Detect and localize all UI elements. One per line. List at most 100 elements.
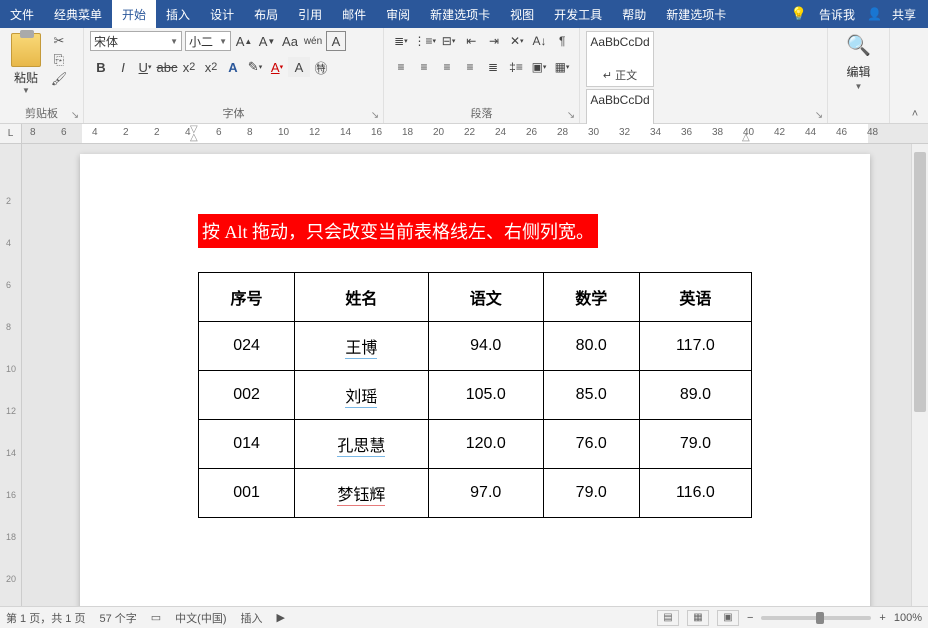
font-size-combo[interactable]: 小二▼: [185, 31, 231, 51]
share-button[interactable]: 共享: [888, 6, 920, 23]
copy-icon[interactable]: ⎘: [50, 52, 68, 68]
hanging-indent-icon[interactable]: △: [190, 132, 198, 143]
bold-icon[interactable]: B: [90, 57, 112, 77]
shrink-font-icon[interactable]: A▼: [257, 31, 277, 51]
paste-icon: [11, 33, 41, 67]
align-center-icon[interactable]: ≡: [413, 57, 435, 77]
find-icon[interactable]: 🔍: [845, 31, 873, 59]
grow-font-icon[interactable]: A▲: [234, 31, 254, 51]
group-label-clipboard: 剪贴板: [6, 103, 77, 123]
bullets-icon[interactable]: ≣▾: [390, 31, 412, 51]
vruler-tick: 18: [6, 532, 16, 542]
ruler-tick: 22: [464, 127, 475, 138]
cell-id: 014: [199, 420, 295, 469]
paste-label: 粘贴: [14, 69, 38, 86]
zoom-value[interactable]: 100%: [894, 612, 922, 624]
numbering-icon[interactable]: ⋮≡▾: [413, 31, 437, 51]
increase-indent-icon[interactable]: ⇥: [483, 31, 505, 51]
status-mode[interactable]: 插入: [241, 610, 263, 626]
tab-insert[interactable]: 插入: [156, 0, 200, 28]
ruler-tick: 8: [247, 127, 253, 138]
justify-icon[interactable]: ≡: [459, 57, 481, 77]
vertical-ruler[interactable]: 2468101214161820: [0, 144, 22, 606]
text-effects-icon[interactable]: A: [222, 57, 244, 77]
superscript-icon[interactable]: x2: [200, 57, 222, 77]
tab-mail[interactable]: 邮件: [332, 0, 376, 28]
scrollbar-thumb[interactable]: [914, 152, 926, 412]
align-left-icon[interactable]: ≡: [390, 57, 412, 77]
font-color-icon[interactable]: A▾: [266, 57, 288, 77]
group-paragraph: ≣▾ ⋮≡▾ ⊟▾ ⇤ ⇥ ✕▾ A↓ ¶ ≡ ≡ ≡ ≡ ≣ ‡≡ ▣▾ ▦▾…: [384, 28, 580, 123]
right-indent-icon[interactable]: △: [742, 132, 750, 143]
font-name-combo[interactable]: 宋体▼: [90, 31, 182, 51]
tab-design[interactable]: 设计: [200, 0, 244, 28]
status-macro-icon[interactable]: ▶: [277, 611, 285, 624]
slider-thumb[interactable]: [816, 612, 824, 624]
cut-icon[interactable]: ✂: [50, 33, 68, 49]
char-shading-icon[interactable]: A: [288, 57, 310, 77]
asian-layout-icon[interactable]: ✕▾: [506, 31, 528, 51]
sort-icon[interactable]: A↓: [529, 31, 551, 51]
tell-me[interactable]: 告诉我: [813, 6, 861, 23]
view-read-icon[interactable]: ▤: [657, 610, 679, 626]
align-right-icon[interactable]: ≡: [436, 57, 458, 77]
tab-view[interactable]: 视图: [500, 0, 544, 28]
paragraph-dialog-launcher[interactable]: ↘: [565, 109, 577, 121]
tab-devtools[interactable]: 开发工具: [544, 0, 612, 28]
cell-name: 孔思慧: [295, 420, 429, 469]
vruler-tick: 10: [6, 364, 16, 374]
ruler-tick: 12: [309, 127, 320, 138]
tab-layout[interactable]: 布局: [244, 0, 288, 28]
ruler-tick: 24: [495, 127, 506, 138]
zoom-out-icon[interactable]: −: [747, 612, 753, 624]
collapse-ribbon-icon[interactable]: ˄: [906, 107, 924, 121]
zoom-slider[interactable]: [761, 616, 871, 620]
highlight-color-icon[interactable]: ✎▾: [244, 57, 266, 77]
tab-home[interactable]: 开始: [112, 0, 156, 28]
styles-dialog-launcher[interactable]: ↘: [813, 109, 825, 121]
group-edit: 🔍 编辑 ▼: [828, 28, 890, 123]
view-web-icon[interactable]: ▣: [717, 610, 739, 626]
font-dialog-launcher[interactable]: ↘: [369, 109, 381, 121]
status-proof-icon[interactable]: ▭: [151, 611, 161, 624]
view-print-icon[interactable]: ▦: [687, 610, 709, 626]
style-normal[interactable]: AaBbCcDd ↵ 正文: [586, 31, 654, 87]
vertical-scrollbar[interactable]: [911, 144, 928, 606]
tab-review[interactable]: 审阅: [376, 0, 420, 28]
horizontal-ruler[interactable]: L 86422468101214161820222426283032343638…: [0, 124, 928, 144]
tab-classic[interactable]: 经典菜单: [44, 0, 112, 28]
zoom-in-icon[interactable]: +: [879, 612, 885, 624]
subscript-icon[interactable]: x2: [178, 57, 200, 77]
group-label-font: 字体: [90, 103, 377, 123]
multilevel-list-icon[interactable]: ⊟▾: [438, 31, 460, 51]
enclose-char-icon[interactable]: ㊕: [310, 57, 332, 77]
status-words[interactable]: 57 个字: [99, 610, 136, 626]
decrease-indent-icon[interactable]: ⇤: [460, 31, 482, 51]
italic-icon[interactable]: I: [112, 57, 134, 77]
paste-button[interactable]: 粘贴 ▼: [6, 31, 46, 95]
ruler-tick: 44: [805, 127, 816, 138]
shading-icon[interactable]: ▣▾: [528, 57, 550, 77]
change-case-icon[interactable]: Aa: [280, 31, 300, 51]
tab-file[interactable]: 文件: [0, 0, 44, 28]
strikethrough-icon[interactable]: abc: [156, 57, 178, 77]
phonetic-guide-icon[interactable]: wén: [303, 31, 323, 51]
format-painter-icon[interactable]: 🖌: [50, 71, 68, 87]
tab-help[interactable]: 帮助: [612, 0, 656, 28]
char-border-icon[interactable]: A: [326, 31, 346, 51]
status-lang[interactable]: 中文(中国): [175, 610, 226, 626]
borders-icon[interactable]: ▦▾: [551, 57, 573, 77]
document-scroll[interactable]: 按 Alt 拖动，只会改变当前表格线左、右侧列宽。 序号 姓名 语文 数学 英语…: [22, 144, 911, 606]
tab-newtab2[interactable]: 新建选项卡: [656, 0, 736, 28]
tab-newtab1[interactable]: 新建选项卡: [420, 0, 500, 28]
ruler-tick: 42: [774, 127, 785, 138]
ruler-tick: 10: [278, 127, 289, 138]
tab-references[interactable]: 引用: [288, 0, 332, 28]
underline-icon[interactable]: U▾: [134, 57, 156, 77]
clipboard-dialog-launcher[interactable]: ↘: [69, 109, 81, 121]
line-spacing-icon[interactable]: ‡≡: [505, 57, 527, 77]
status-page[interactable]: 第 1 页，共 1 页: [6, 610, 85, 626]
h-ruler[interactable]: 8642246810121416182022242628303234363840…: [22, 124, 928, 143]
distribute-icon[interactable]: ≣: [482, 57, 504, 77]
show-marks-icon[interactable]: ¶: [551, 31, 573, 51]
